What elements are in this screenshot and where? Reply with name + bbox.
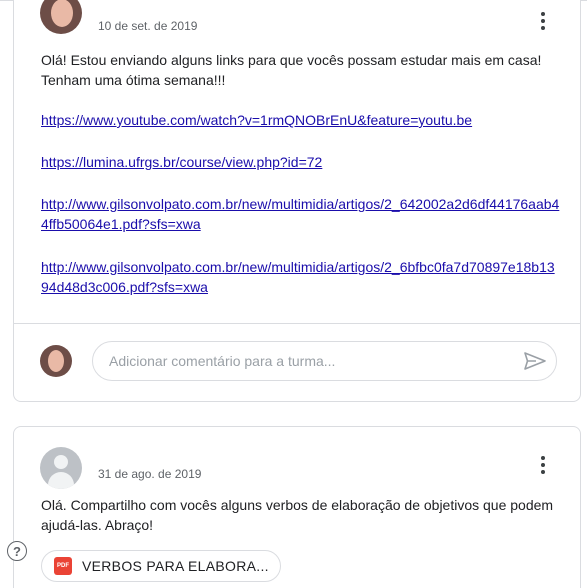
post-card: 10 de set. de 2019 Olá! Estou enviando a… bbox=[13, 0, 581, 402]
post-link[interactable]: http://www.gilsonvolpato.com.br/new/mult… bbox=[41, 194, 561, 234]
attachment-chip[interactable]: PDF VERBOS PARA ELABORA... bbox=[41, 550, 281, 582]
post-date: 10 de set. de 2019 bbox=[98, 19, 198, 33]
pdf-icon: PDF bbox=[54, 557, 72, 575]
post-text: Olá. Compartilho com vocês alguns verbos… bbox=[41, 497, 554, 533]
avatar bbox=[40, 0, 82, 34]
more-options-icon[interactable] bbox=[531, 9, 555, 33]
post-date: 31 de ago. de 2019 bbox=[98, 467, 202, 481]
comment-divider bbox=[14, 323, 580, 324]
post-link[interactable]: https://lumina.ufrgs.br/course/view.php?… bbox=[41, 152, 561, 172]
post-text: Olá! Estou enviando alguns links para qu… bbox=[41, 52, 542, 88]
post-link[interactable]: https://www.youtube.com/watch?v=1rmQNOBr… bbox=[41, 110, 561, 130]
help-icon[interactable]: ? bbox=[7, 541, 27, 561]
comment-box[interactable] bbox=[92, 341, 557, 381]
post-card: 31 de ago. de 2019 Olá. Compartilho com … bbox=[13, 426, 581, 588]
comment-input[interactable] bbox=[109, 353, 509, 369]
post-link[interactable]: http://www.gilsonvolpato.com.br/new/mult… bbox=[41, 257, 561, 297]
attachment-name: VERBOS PARA ELABORA... bbox=[82, 558, 269, 574]
avatar-generic-icon bbox=[40, 447, 82, 489]
more-options-icon[interactable] bbox=[531, 453, 555, 477]
current-user-avatar bbox=[40, 345, 72, 377]
send-icon[interactable] bbox=[524, 352, 546, 370]
